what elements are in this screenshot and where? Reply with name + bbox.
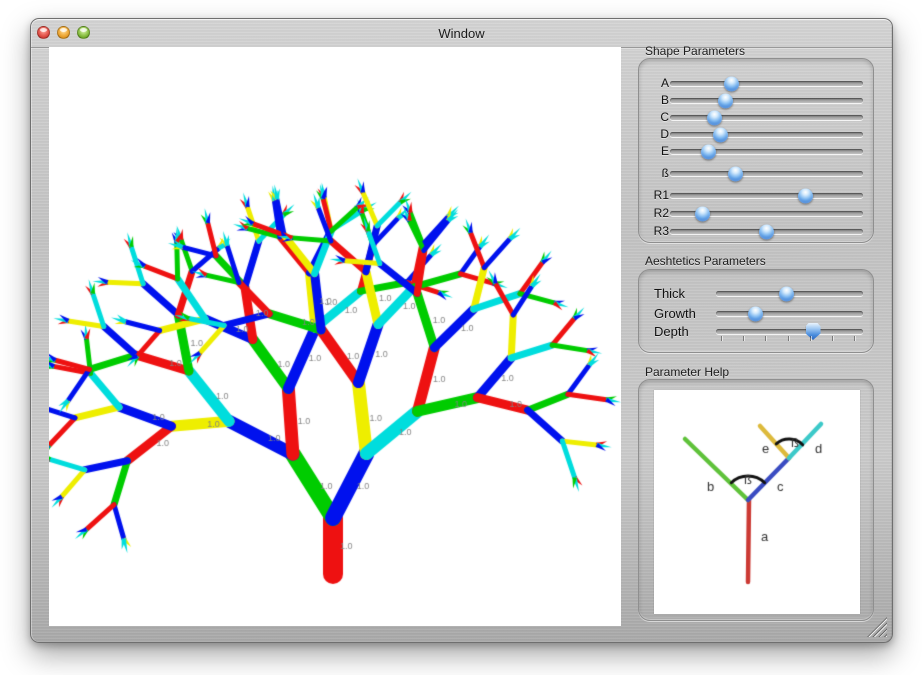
slider-label-e: E [660, 144, 669, 158]
parameter-help-box [638, 379, 874, 621]
desktop: Window Shape Parameters A B C D E ß R1 R… [0, 0, 922, 675]
tick-mark [743, 336, 745, 341]
title-bar[interactable]: Window [31, 19, 892, 48]
slider-label-growth: Growth [654, 306, 696, 321]
slider-growth-track[interactable] [716, 306, 863, 321]
slider-r3-track[interactable] [670, 224, 863, 239]
slider-a-track[interactable] [670, 76, 863, 91]
slider-label-a: A [660, 76, 669, 90]
tick-mark [831, 336, 833, 341]
slider-thick-track[interactable] [716, 286, 863, 301]
slider-d-knob[interactable] [712, 127, 728, 142]
slider-c-track[interactable] [670, 110, 863, 125]
slider-r1-knob[interactable] [797, 188, 813, 203]
slider-row-r1: R1 [639, 187, 873, 203]
aesthetics-parameters-box: Thick Growth Depth [638, 269, 874, 353]
slider-r3-knob[interactable] [759, 224, 774, 239]
slider-row-growth: Growth [639, 305, 873, 321]
tick-mark [854, 336, 855, 341]
slider-label-depth: Depth [654, 324, 689, 339]
slider-label-beta: ß [661, 166, 669, 180]
slider-label-thick: Thick [654, 286, 686, 301]
slider-row-beta: ß [639, 165, 873, 181]
window-title: Window [438, 26, 485, 41]
slider-r2-knob[interactable] [695, 206, 711, 221]
tick-mark [809, 336, 811, 341]
slider-label-d: D [660, 127, 669, 141]
slider-depth-track[interactable] [716, 323, 863, 340]
slider-e-knob[interactable] [701, 144, 717, 159]
tick-mark [787, 336, 789, 341]
slider-beta-knob[interactable] [728, 166, 744, 181]
slider-row-r2: R2 [639, 205, 873, 221]
slider-label-b: B [660, 93, 669, 107]
slider-growth-knob[interactable] [748, 306, 764, 321]
slider-e-track[interactable] [670, 144, 863, 159]
slider-row-c: C [639, 109, 873, 125]
slider-r1-track[interactable] [670, 188, 863, 203]
app-window: Window Shape Parameters A B C D E ß R1 R… [30, 18, 893, 643]
aesthetics-parameters-title: Aeshtetics Parameters [645, 254, 766, 268]
slider-row-thick: Thick [639, 285, 873, 301]
slider-r2-track[interactable] [670, 206, 863, 221]
slider-row-d: D [639, 126, 873, 142]
tree-render-view [49, 47, 621, 626]
slider-label-r2: R2 [653, 206, 669, 220]
slider-label-r3: R3 [653, 224, 669, 238]
slider-thick-knob[interactable] [779, 286, 795, 301]
slider-c-knob[interactable] [706, 110, 722, 125]
parameter-help-diagram [654, 390, 860, 614]
slider-row-a: A [639, 75, 873, 91]
slider-a-knob[interactable] [724, 76, 740, 91]
slider-label-r1: R1 [653, 188, 669, 202]
slider-row-b: B [639, 92, 873, 108]
slider-beta-track[interactable] [670, 166, 863, 181]
shape-parameters-box: A B C D E ß R1 R2 R3 [638, 58, 874, 243]
resize-grip[interactable] [867, 617, 887, 637]
depth-slider-ticks [721, 336, 855, 342]
slider-b-track[interactable] [670, 93, 863, 108]
tick-mark [721, 336, 722, 341]
slider-row-r3: R3 [639, 223, 873, 239]
parameter-help-title: Parameter Help [645, 365, 730, 379]
help-canvas [654, 390, 860, 614]
slider-b-knob[interactable] [718, 93, 734, 108]
slider-label-c: C [660, 110, 669, 124]
tree-canvas [49, 47, 621, 626]
slider-row-e: E [639, 143, 873, 159]
tick-mark [765, 336, 767, 341]
shape-parameters-title: Shape Parameters [645, 44, 746, 58]
slider-d-track[interactable] [670, 127, 863, 142]
